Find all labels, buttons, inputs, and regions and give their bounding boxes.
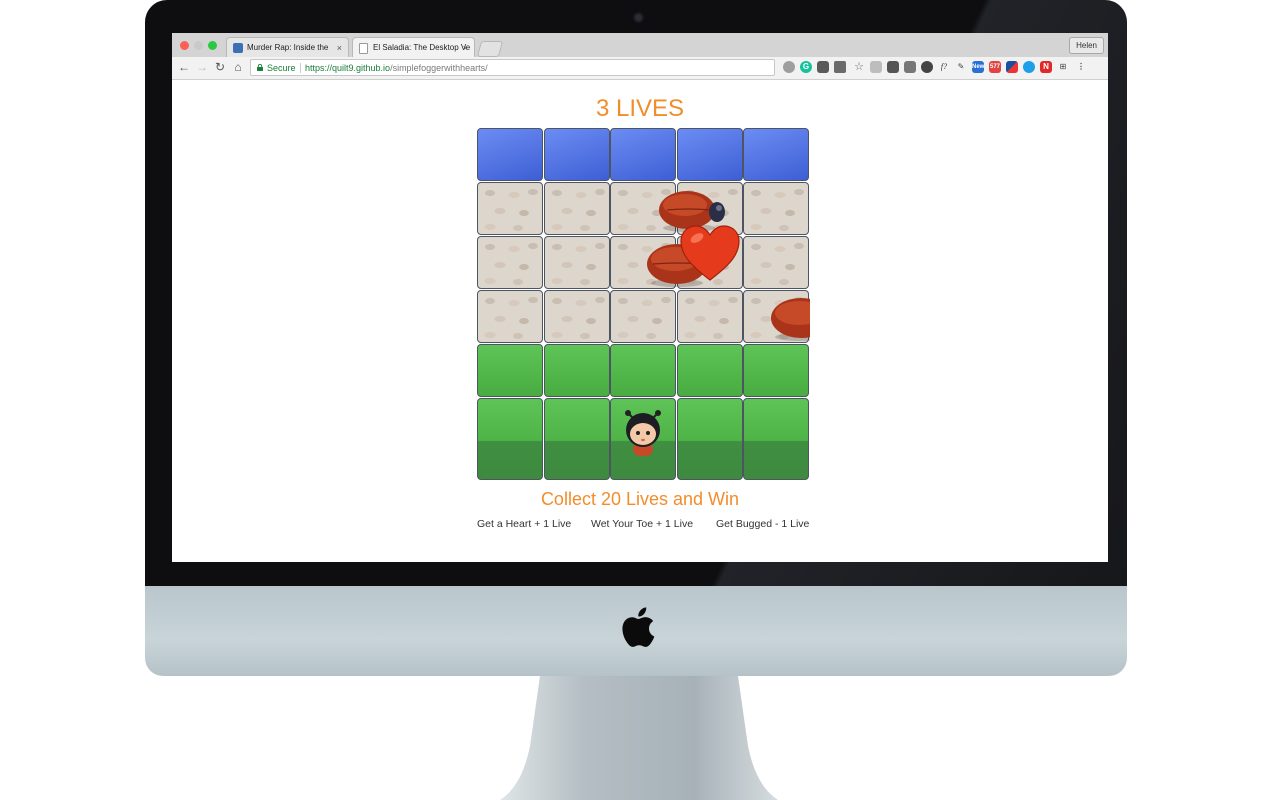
document-icon: [359, 43, 368, 54]
stone-tile: [477, 236, 543, 289]
grass-tile: [477, 344, 543, 397]
stone-tile: [743, 182, 809, 235]
extension-icon[interactable]: [870, 61, 882, 73]
back-arrow-icon[interactable]: ←: [176, 59, 192, 75]
extension-icon[interactable]: [1006, 61, 1018, 73]
water-tile: [610, 128, 676, 181]
grass-tile: [544, 398, 610, 480]
close-tab-icon[interactable]: ×: [337, 38, 342, 57]
stone-tile: [610, 290, 676, 343]
browser-toolbar: ← → ↻ ⌂ Secure https://quilt9.github.io/…: [172, 57, 1108, 80]
rule-bug: Get Bugged - 1 Live: [716, 518, 810, 530]
apple-logo-icon: [622, 607, 655, 647]
pocket-icon[interactable]: [887, 61, 899, 73]
extension-icon[interactable]: [921, 61, 933, 73]
win-goal-text: Collect 20 Lives and Win: [540, 489, 740, 509]
secure-label: Secure: [267, 63, 296, 73]
grass-tile: [610, 344, 676, 397]
extension-icon[interactable]: N: [1040, 61, 1052, 73]
water-tile: [743, 128, 809, 181]
stone-tile: [544, 236, 610, 289]
reload-icon[interactable]: ↻: [212, 59, 228, 75]
page-content: 3 LIVES Collect 20 Lives and Win Get a H…: [172, 80, 1108, 562]
extension-icon[interactable]: [817, 61, 829, 73]
evernote-icon[interactable]: [834, 61, 846, 73]
stone-tile: [544, 182, 610, 235]
close-tab-icon[interactable]: ×: [463, 38, 468, 57]
eyedropper-icon[interactable]: ✎: [955, 61, 967, 73]
count-badge-extension-icon[interactable]: 577: [989, 61, 1001, 73]
rule-water: Wet Your Toe + 1 Live: [591, 518, 694, 530]
extension-icon[interactable]: [1023, 61, 1035, 73]
crop-icon[interactable]: ⊞: [1057, 61, 1069, 73]
url-text: https://quilt9.github.io/simplefoggerwit…: [305, 63, 488, 73]
grass-tile: [677, 344, 743, 397]
menu-dots-icon[interactable]: ⋮: [1075, 61, 1087, 73]
close-window-button[interactable]: [180, 41, 189, 50]
home-icon[interactable]: ⌂: [230, 59, 246, 75]
stone-tile: [477, 290, 543, 343]
water-tile: [677, 128, 743, 181]
rule-heart: Get a Heart + 1 Live: [477, 518, 572, 530]
extension-icon[interactable]: [783, 61, 795, 73]
profile-button[interactable]: Helen: [1069, 37, 1104, 54]
zoom-window-button[interactable]: [208, 41, 217, 50]
water-tile: [477, 128, 543, 181]
lock-icon: [257, 64, 263, 71]
stone-tile: [477, 182, 543, 235]
stone-tile: [677, 290, 743, 343]
monitor-stand: [500, 676, 778, 800]
grass-tile: [477, 398, 543, 480]
game-board[interactable]: [477, 128, 810, 480]
page-favicon-icon: [233, 43, 243, 53]
player-character[interactable]: [619, 408, 667, 460]
stone-tile: [743, 236, 809, 289]
screen: Murder Rap: Inside the × El Saladia: The…: [172, 33, 1108, 562]
tab-el-saladia[interactable]: El Saladia: The Desktop Ve ×: [352, 37, 475, 57]
grass-tile: [743, 344, 809, 397]
grass-tile: [677, 398, 743, 480]
tab-murder-rap[interactable]: Murder Rap: Inside the ×: [226, 37, 349, 57]
extension-icon[interactable]: [904, 61, 916, 73]
minimize-window-button[interactable]: [194, 41, 203, 50]
bookmark-star-icon[interactable]: ☆: [853, 61, 865, 73]
lives-counter: 3 LIVES: [595, 95, 685, 122]
water-tile: [544, 128, 610, 181]
enemy-bug: [771, 298, 810, 341]
tab-strip: Murder Rap: Inside the × El Saladia: The…: [172, 33, 1108, 57]
heart-pickup-icon: [680, 225, 740, 281]
forward-arrow-icon[interactable]: →: [194, 59, 210, 75]
new-badge-extension-icon[interactable]: New: [972, 61, 984, 73]
camera-icon: [635, 14, 642, 21]
grass-tile: [544, 344, 610, 397]
address-bar[interactable]: Secure https://quilt9.github.io/simplefo…: [250, 59, 775, 76]
grammarly-icon[interactable]: G: [800, 61, 812, 73]
stone-tile: [544, 290, 610, 343]
new-tab-button[interactable]: [476, 41, 504, 57]
imac-mockup: Murder Rap: Inside the × El Saladia: The…: [0, 0, 1280, 800]
formula-icon[interactable]: f?: [938, 61, 950, 73]
grass-tile: [743, 398, 809, 480]
